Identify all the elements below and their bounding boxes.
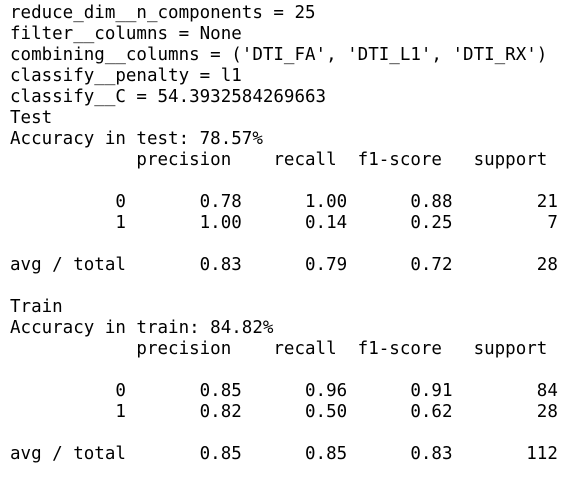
test-report-avg: avg / total 0.83 0.79 0.72 28 — [10, 255, 558, 275]
test-accuracy: Accuracy in test: 78.57% — [10, 129, 263, 149]
train-report-row-1: 1 0.82 0.50 0.62 28 — [10, 402, 558, 422]
train-report-header: precision recall f1-score support — [10, 339, 548, 359]
param-penalty: classify__penalty = l1 — [10, 66, 242, 86]
test-report-header: precision recall f1-score support — [10, 150, 548, 170]
param-c: classify__C = 54.3932584269663 — [10, 87, 327, 107]
train-report-avg: avg / total 0.85 0.85 0.83 112 — [10, 444, 558, 464]
param-filter-columns: filter__columns = None — [10, 24, 242, 44]
test-heading: Test — [10, 108, 53, 128]
test-report-row-1: 1 1.00 0.14 0.25 7 — [10, 213, 558, 233]
param-combining-columns: combining__columns = ('DTI_FA', 'DTI_L1'… — [10, 45, 548, 65]
train-heading: Train — [10, 297, 63, 317]
test-report-row-0: 0 0.78 1.00 0.88 21 — [10, 192, 558, 212]
train-report-row-0: 0 0.85 0.96 0.91 84 — [10, 381, 558, 401]
param-n-components: reduce_dim__n_components = 25 — [10, 3, 316, 23]
console-output: reduce_dim__n_components = 25 filter__col… — [0, 0, 571, 465]
train-accuracy: Accuracy in train: 84.82% — [10, 318, 274, 338]
